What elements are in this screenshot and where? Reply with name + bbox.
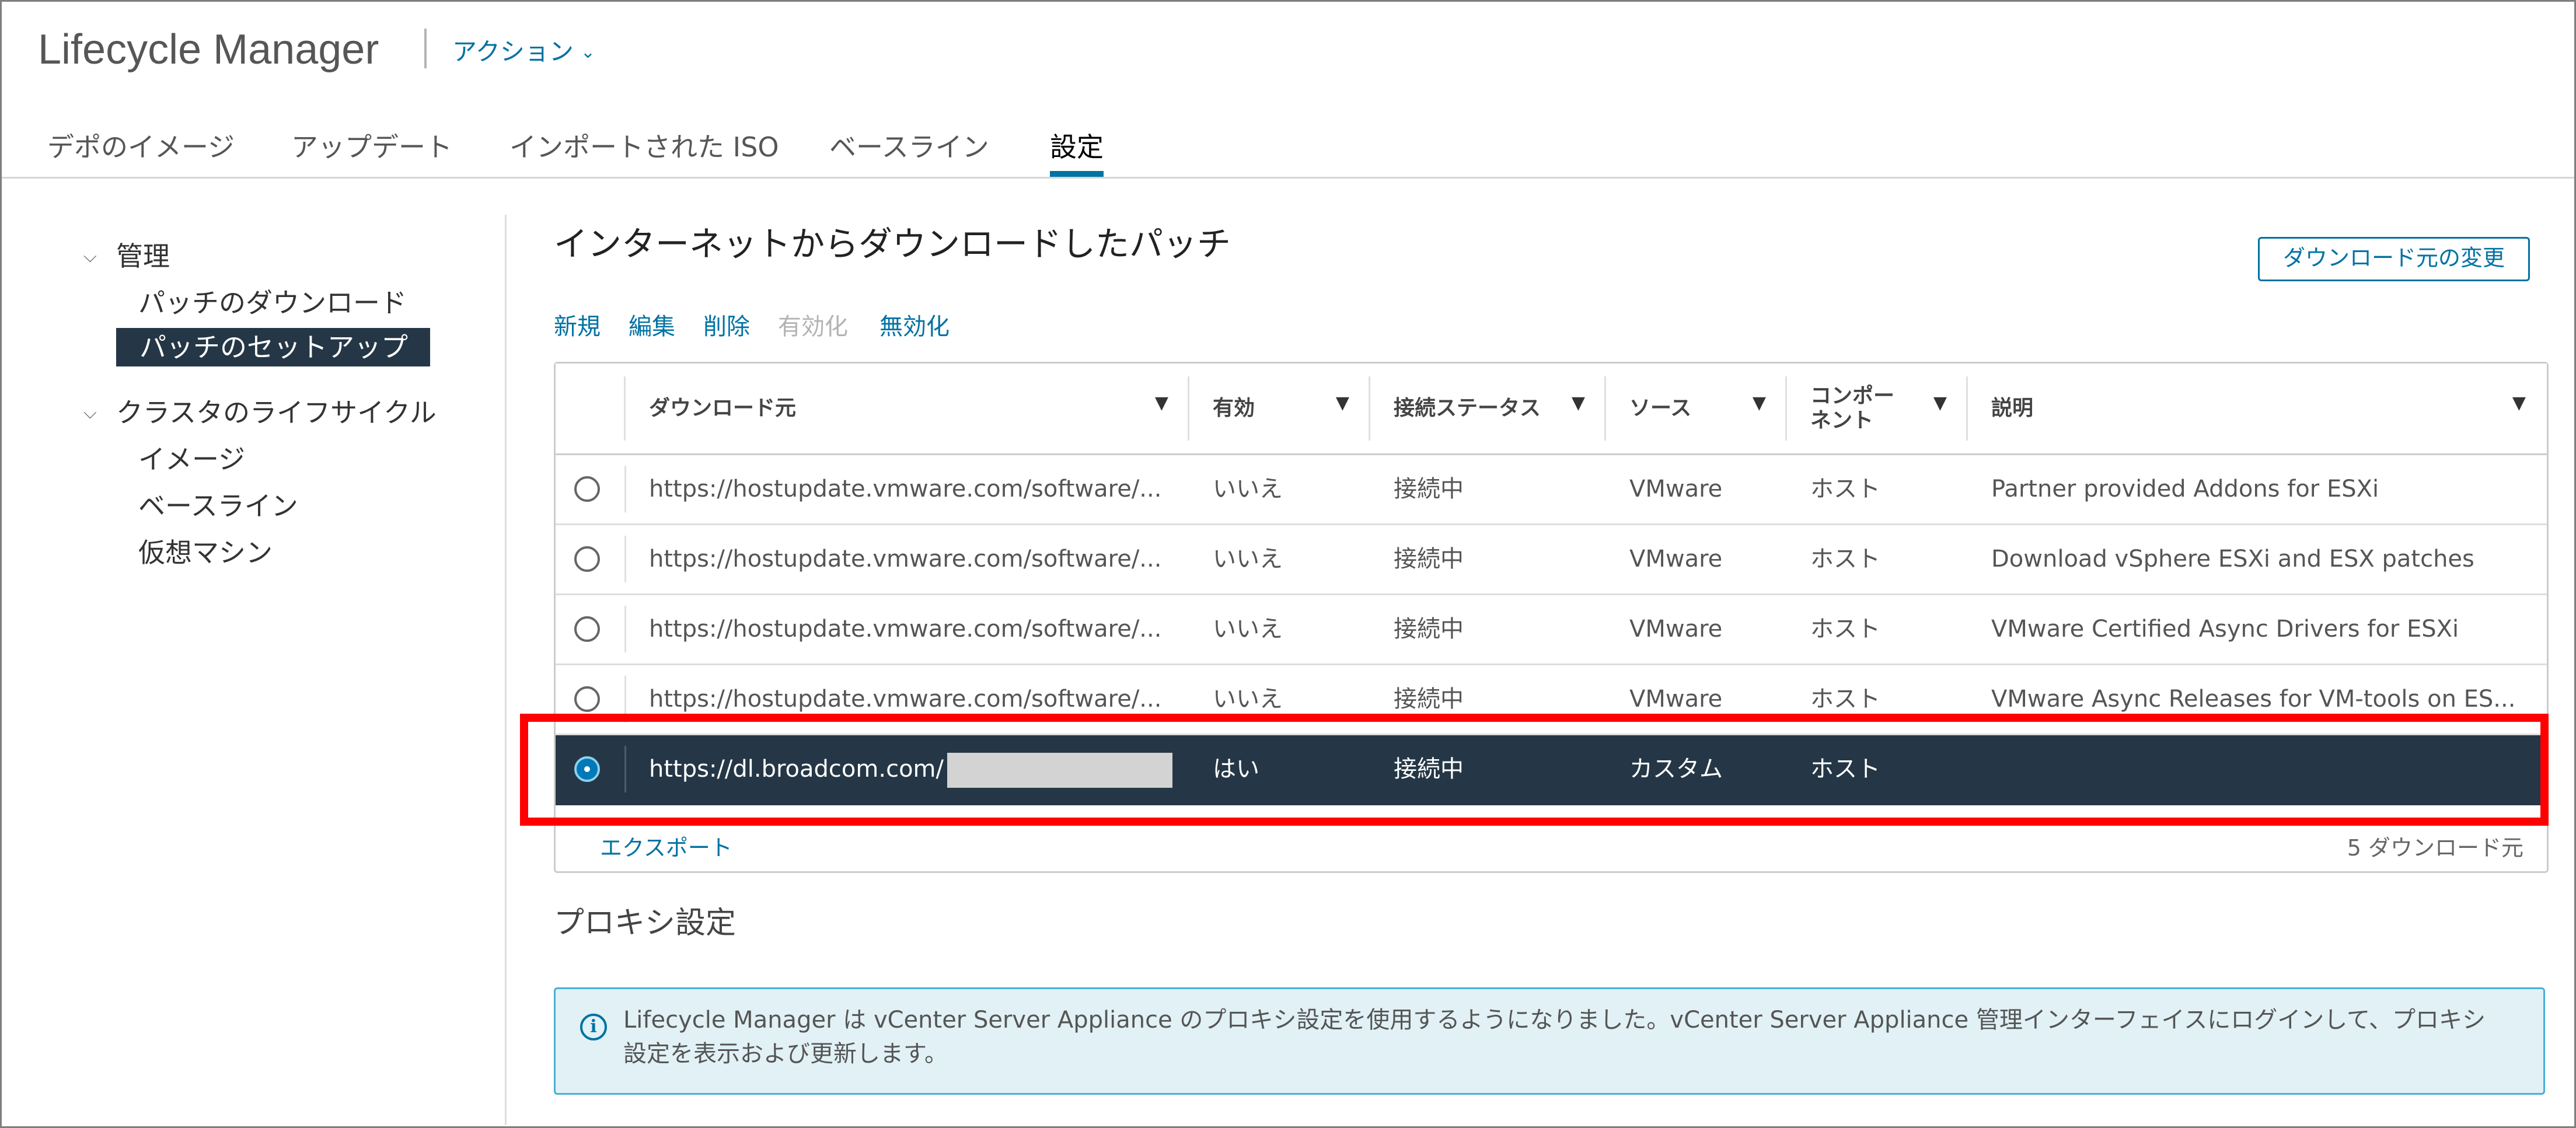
filter-icon[interactable]: ▼: [2512, 393, 2526, 413]
header-select: [556, 364, 626, 453]
enable-button: 有効化: [778, 313, 848, 340]
filter-icon[interactable]: ▼: [1155, 393, 1168, 413]
grid-footer: エクスポート 5 ダウンロード元: [556, 830, 2547, 871]
info-icon: i: [580, 1014, 607, 1040]
page-title: インターネットからダウンロードしたパッチ: [554, 224, 1231, 264]
tab-imported-iso[interactable]: インポートされた ISO: [509, 125, 779, 169]
sidebar-divider: [505, 215, 507, 1125]
sidebar-item-patch-download[interactable]: パッチのダウンロード: [138, 284, 407, 322]
grid-header: ダウンロード元 ▼ 有効 ▼ 接続ステータス ▼ ソース ▼ コンポー ネント …: [556, 364, 2547, 455]
header-enabled: 有効 ▼: [1189, 364, 1370, 453]
tab-updates[interactable]: アップデート: [291, 125, 452, 169]
export-link[interactable]: エクスポート: [600, 830, 732, 865]
sidebar-group-cluster-lifecycle[interactable]: ⌵ クラスタのライフサイクル: [83, 393, 437, 432]
header-download-source: ダウンロード元 ▼: [626, 364, 1189, 453]
proxy-info-text: Lifecycle Manager は vCenter Server Appli…: [623, 1007, 2486, 1067]
row-radio[interactable]: [574, 616, 600, 642]
chevron-down-icon[interactable]: ⌵: [83, 238, 116, 276]
actions-menu[interactable]: アクション ⌄: [452, 34, 595, 70]
delete-button[interactable]: 削除: [703, 309, 750, 344]
sidebar: ⌵ 管理 パッチのダウンロード パッチのセットアップ ⌵ クラスタのライフサイクル …: [2, 179, 506, 1126]
row-radio[interactable]: [574, 546, 600, 572]
header-source: ソース ▼: [1606, 364, 1787, 453]
header-connection-status: 接続ステータス ▼: [1370, 364, 1606, 453]
filter-icon[interactable]: ▼: [1933, 393, 1947, 413]
tab-depot-images[interactable]: デポのイメージ: [47, 125, 235, 169]
table-row[interactable]: https://hostupdate.vmware.com/software/.…: [556, 595, 2547, 665]
redacted-url-mask: [947, 753, 1172, 788]
edit-button[interactable]: 編集: [629, 309, 675, 344]
sidebar-group-label: クラスタのライフサイクル: [116, 397, 437, 428]
sidebar-item-baselines[interactable]: ベースライン: [138, 487, 298, 525]
sidebar-group-label: 管理: [116, 240, 170, 272]
table-row[interactable]: https://hostupdate.vmware.com/software/.…: [556, 455, 2547, 525]
header-component: コンポー ネント ▼: [1787, 364, 1968, 453]
actions-label: アクション: [452, 37, 574, 66]
row-radio[interactable]: [574, 686, 600, 712]
download-sources-grid: ダウンロード元 ▼ 有効 ▼ 接続ステータス ▼ ソース ▼ コンポー ネント …: [554, 362, 2549, 873]
table-row[interactable]: https://hostupdate.vmware.com/software/.…: [556, 525, 2547, 595]
header-description: 説明 ▼: [1991, 393, 2526, 420]
chevron-down-icon[interactable]: ⌵: [83, 394, 116, 432]
row-radio[interactable]: [574, 476, 600, 502]
tab-baselines[interactable]: ベースライン: [829, 125, 989, 169]
row-count: 5 ダウンロード元: [2347, 835, 2523, 861]
main-content: インターネットからダウンロードしたパッチ ダウンロード元の変更 新規 編集 削除…: [507, 179, 2574, 1126]
filter-icon[interactable]: ▼: [1336, 393, 1349, 413]
sidebar-group-management[interactable]: ⌵ 管理: [83, 237, 170, 276]
sidebar-item-vms[interactable]: 仮想マシン: [138, 533, 273, 572]
sidebar-item-patch-setup[interactable]: パッチのセットアップ: [116, 328, 430, 366]
title-separator: [424, 29, 427, 68]
lifecycle-manager-window: Lifecycle Manager アクション ⌄ デポのイメージ アップデート …: [0, 0, 2576, 1128]
filter-icon[interactable]: ▼: [1753, 393, 1766, 413]
proxy-info-alert: i Lifecycle Manager は vCenter Server App…: [554, 987, 2545, 1095]
source-url: https://dl.broadcom.com/: [649, 756, 944, 783]
sidebar-item-images[interactable]: イメージ: [138, 440, 245, 479]
row-radio-selected[interactable]: [574, 756, 600, 782]
change-download-source-button[interactable]: ダウンロード元の変更: [2257, 237, 2530, 281]
chevron-down-icon: ⌄: [580, 42, 596, 62]
app-title: Lifecycle Manager: [38, 26, 379, 73]
table-row[interactable]: https://hostupdate.vmware.com/software/.…: [556, 665, 2547, 735]
filter-icon[interactable]: ▼: [1572, 393, 1585, 413]
new-button[interactable]: 新規: [554, 309, 601, 344]
table-row-selected[interactable]: https://dl.broadcom.com/ はい 接続中 カスタム ホスト: [556, 735, 2547, 805]
proxy-settings-title: プロキシ設定: [554, 906, 737, 941]
tab-settings[interactable]: 設定: [1050, 125, 1104, 177]
disable-button[interactable]: 無効化: [879, 309, 950, 344]
